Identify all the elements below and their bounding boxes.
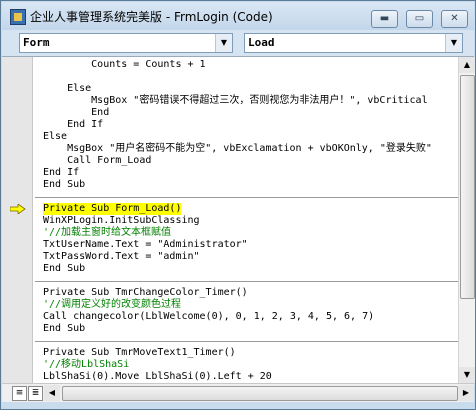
code-editor[interactable]: Counts = Counts + 1 Else MsgBox "密码错误不得超… (2, 56, 475, 402)
margin-indicator-bar[interactable] (2, 57, 33, 383)
app-icon (10, 9, 26, 25)
chevron-down-icon[interactable]: ▼ (215, 34, 232, 52)
scroll-up-icon[interactable]: ▲ (459, 57, 475, 73)
procedure-view-icon[interactable]: ≡ (12, 386, 27, 401)
code-line[interactable]: End If (43, 119, 103, 131)
bottom-bar: ≡ ≣ ◀ ▶ (2, 383, 474, 402)
code-line[interactable]: End Sub (43, 263, 85, 275)
code-line[interactable]: Counts = Counts + 1 (43, 59, 205, 71)
chevron-down-icon[interactable]: ▼ (445, 34, 462, 52)
code-line[interactable]: Private Sub TmrMoveText1_Timer() (43, 347, 236, 359)
code-line[interactable]: '//移动LblShaSi (43, 359, 129, 371)
minimize-button[interactable]: ▬ (371, 10, 398, 28)
code-line[interactable]: MsgBox "密码错误不得超过三次，否则视您为非法用户！", vbCritic… (43, 95, 427, 107)
restore-button[interactable]: ▭ (406, 10, 433, 28)
code-line[interactable]: TxtUserName.Text = "Administrator" (43, 239, 248, 251)
code-line[interactable]: WinXPLogin.InitSubClassing (43, 215, 200, 227)
code-line[interactable]: Private Sub TmrChangeColor_Timer() (43, 287, 248, 299)
code-line[interactable]: Else (43, 131, 67, 143)
code-line[interactable]: End (43, 107, 109, 119)
current-statement-arrow-icon (10, 204, 26, 214)
code-line[interactable]: MsgBox "用户名密码不能为空", vbExclamation + vbOK… (43, 143, 432, 155)
code-line[interactable]: End If (43, 167, 79, 179)
procedure-combo[interactable]: Load ▼ (244, 33, 463, 53)
vertical-scrollbar[interactable]: ▲ ▼ (458, 57, 475, 383)
scroll-right-icon[interactable]: ▶ (458, 385, 474, 401)
title-bar: 企业人事管理系统完美版 - FrmLogin (Code) ▬ ▭ ✕ (2, 2, 474, 30)
code-window: 企业人事管理系统完美版 - FrmLogin (Code) ▬ ▭ ✕ Form… (0, 0, 476, 410)
code-line[interactable]: '//加载主窗时给文本框赋值 (43, 227, 171, 239)
horizontal-scroll-thumb[interactable] (62, 386, 458, 401)
code-line[interactable]: End Sub (43, 323, 85, 335)
procedure-separator (35, 197, 459, 198)
code-line[interactable]: End Sub (43, 179, 85, 191)
code-line[interactable]: Call changecolor(LblWelcome(0), 0, 1, 2,… (43, 311, 374, 323)
code-line[interactable]: Private Sub Form_Load() (43, 203, 182, 215)
object-combo[interactable]: Form ▼ (19, 33, 233, 53)
scroll-down-icon[interactable]: ▼ (459, 367, 475, 383)
combo-bar: Form ▼ Load ▼ (2, 30, 474, 56)
code-line[interactable]: Call Form_Load (43, 155, 151, 167)
full-module-view-icon[interactable]: ≣ (28, 386, 43, 401)
scroll-left-icon[interactable]: ◀ (44, 385, 60, 401)
close-button[interactable]: ✕ (441, 10, 468, 28)
code-line[interactable]: LblShaSi(0).Move LblShaSi(0).Left + 20 (43, 371, 272, 381)
code-pane[interactable]: Counts = Counts + 1 Else MsgBox "密码错误不得超… (35, 59, 459, 381)
window-title: 企业人事管理系统完美版 - FrmLogin (Code) (30, 10, 273, 24)
procedure-separator (35, 341, 459, 342)
code-line[interactable]: '//调用定义好的改变颜色过程 (43, 299, 181, 311)
vertical-scroll-thumb[interactable] (460, 75, 475, 299)
procedure-combo-value: Load (248, 36, 275, 49)
object-combo-value: Form (23, 36, 50, 49)
code-line[interactable]: Else (43, 83, 91, 95)
code-line[interactable]: TxtPassWord.Text = "admin" (43, 251, 200, 263)
procedure-separator (35, 281, 459, 282)
